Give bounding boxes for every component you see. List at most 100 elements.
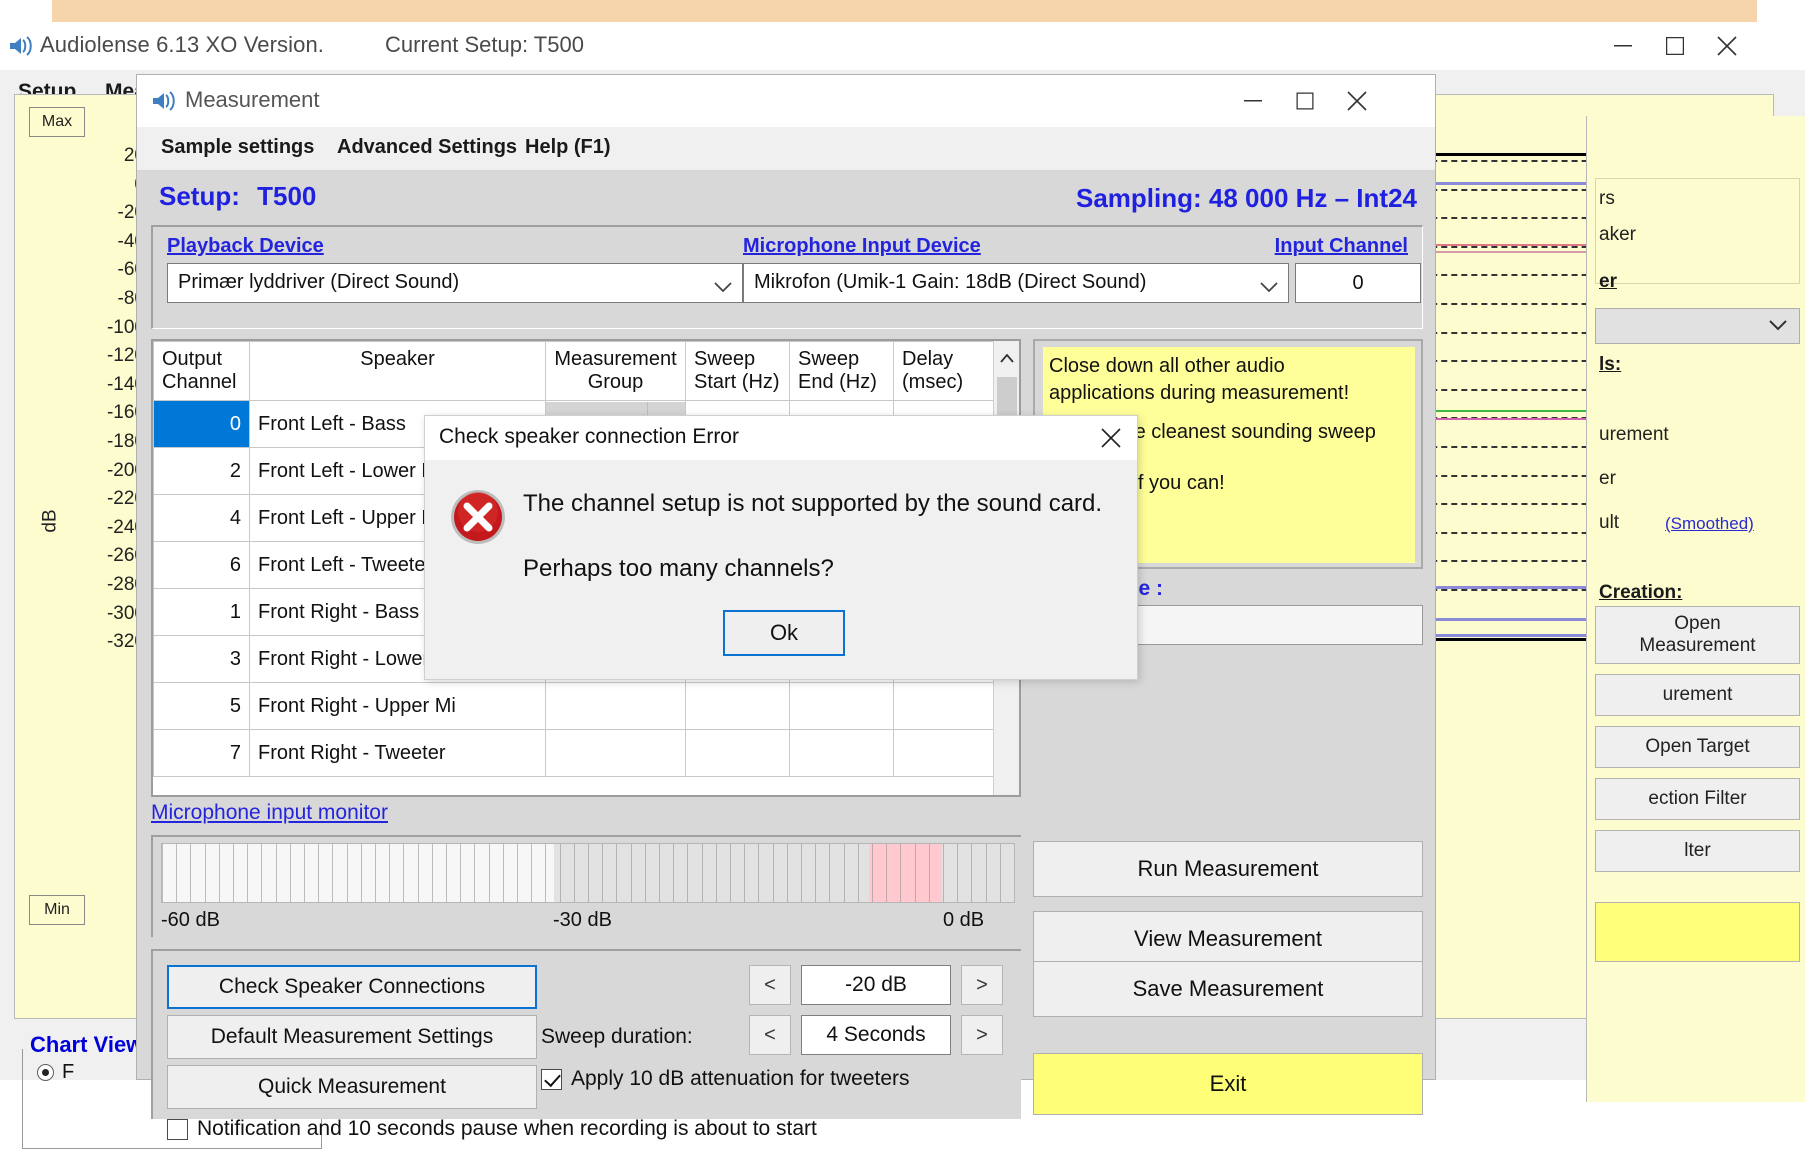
cell-measurement-group[interactable] (546, 683, 686, 730)
playback-device-label[interactable]: Playback Device (167, 235, 324, 258)
mic-level-meter-frame: -60 dB -30 dB 0 dB (151, 835, 1021, 937)
setup-value: T500 (257, 181, 316, 211)
app-title: Audiolense 6.13 XO Version. (40, 32, 324, 58)
right-link-filter[interactable]: er (1599, 271, 1617, 293)
right-filter-button[interactable]: lter (1595, 830, 1800, 872)
meter-label-mid: -30 dB (553, 909, 612, 932)
y-tick-label: -280 (45, 574, 145, 596)
cell-sweep-end[interactable] (790, 683, 894, 730)
sweep-decrease-button[interactable]: < (749, 1015, 791, 1055)
meter-tick (560, 844, 561, 902)
chart-view-radio-row[interactable]: F (37, 1061, 74, 1084)
right-fragment-measurement[interactable]: urement (1599, 424, 1669, 446)
main-minimize-button[interactable] (1597, 22, 1649, 70)
cell-output-channel[interactable]: 2 (154, 448, 250, 495)
table-row[interactable]: 7Front Right - Tweeter (154, 730, 998, 777)
scroll-up-icon[interactable] (994, 341, 1019, 375)
meter-tick (474, 844, 475, 902)
y-tick-label: -220 (45, 488, 145, 510)
quick-measurement-button[interactable]: Quick Measurement (167, 1065, 537, 1109)
cell-speaker[interactable]: Front Right - Tweeter (250, 730, 546, 777)
right-open-measurement-button[interactable]: Open Measurement (1595, 606, 1800, 664)
meter-tick (986, 844, 987, 902)
error-dialog-close-button[interactable] (1085, 416, 1137, 460)
error-ok-button[interactable]: Ok (723, 610, 845, 656)
save-measurement-button[interactable]: Save Measurement (1033, 961, 1423, 1017)
mic-device-select[interactable]: Mikrofon (Umik-1 Gain: 18dB (Direct Soun… (743, 263, 1289, 303)
meter-tick (503, 844, 504, 902)
cell-output-channel[interactable]: 3 (154, 636, 250, 683)
strip-right-white (1757, 0, 1805, 22)
main-close-button[interactable] (1701, 22, 1753, 70)
th-delay: Delay (msec) (894, 342, 998, 401)
cell-output-channel[interactable]: 6 (154, 542, 250, 589)
run-measurement-button[interactable]: Run Measurement (1033, 841, 1423, 897)
table-row[interactable]: 5Front Right - Upper Mi (154, 683, 998, 730)
cell-measurement-group[interactable] (546, 730, 686, 777)
right-open-target-button[interactable]: Open Target (1595, 726, 1800, 768)
cell-sweep-end[interactable] (790, 730, 894, 777)
y-tick-label: -80 (45, 288, 145, 310)
cell-output-channel[interactable]: 1 (154, 589, 250, 636)
input-channel-label[interactable]: Input Channel (1275, 235, 1408, 258)
menu-sample-settings[interactable]: Sample settings (161, 136, 314, 159)
cell-sweep-start[interactable] (686, 683, 790, 730)
level-value[interactable]: -20 dB (801, 965, 951, 1005)
cell-speaker[interactable]: Front Right - Upper Mi (250, 683, 546, 730)
attenuation-checkbox[interactable] (541, 1069, 562, 1090)
mic-device-label[interactable]: Microphone Input Device (743, 235, 981, 258)
measurement-logo-icon (151, 89, 177, 113)
notification-checkbox[interactable] (167, 1119, 188, 1140)
right-link-tools[interactable]: ls: (1599, 354, 1621, 376)
y-tick-label: 20 (45, 145, 145, 167)
level-increase-button[interactable]: > (961, 965, 1003, 1005)
radio-selected-icon[interactable] (37, 1064, 54, 1081)
right-fragment-filter[interactable]: er (1599, 468, 1616, 490)
notification-checkbox-row[interactable]: Notification and 10 seconds pause when r… (167, 1117, 817, 1141)
cell-delay[interactable] (894, 730, 998, 777)
measurement-minimize-button[interactable] (1227, 75, 1279, 127)
meter-tick (574, 844, 575, 902)
default-measurement-settings-button[interactable]: Default Measurement Settings (167, 1015, 537, 1059)
cell-output-channel[interactable]: 5 (154, 683, 250, 730)
meter-tick (957, 844, 958, 902)
playback-device-select[interactable]: Primær lyddriver (Direct Sound) (167, 263, 743, 303)
meter-tick (446, 844, 447, 902)
main-maximize-button[interactable] (1649, 22, 1701, 70)
right-save-measurement-button[interactable]: urement (1595, 674, 1800, 716)
right-dropdown[interactable] (1595, 308, 1800, 344)
mic-input-monitor-link[interactable]: Microphone input monitor (151, 801, 388, 825)
sweep-duration-value[interactable]: 4 Seconds (801, 1015, 951, 1055)
error-dialog-title-bar: Check speaker connection Error (425, 416, 1137, 460)
meter-tick (872, 844, 873, 902)
measurement-menu-bar: Sample settings Advanced Settings Help (… (137, 127, 1435, 171)
meter-tick (673, 844, 674, 902)
right-fragment-result[interactable]: ult (1599, 512, 1619, 534)
cell-output-channel[interactable]: 0 (154, 401, 250, 448)
attenuation-checkbox-row[interactable]: Apply 10 dB attenuation for tweeters (541, 1067, 910, 1091)
input-channel-field[interactable]: 0 (1295, 263, 1421, 303)
right-smoothed-link[interactable]: (Smoothed) (1665, 514, 1754, 534)
check-speaker-connections-button[interactable]: Check Speaker Connections (167, 965, 537, 1009)
measurement-maximize-button[interactable] (1279, 75, 1331, 127)
sweep-increase-button[interactable]: > (961, 1015, 1003, 1055)
cell-output-channel[interactable]: 7 (154, 730, 250, 777)
cell-output-channel[interactable]: 4 (154, 495, 250, 542)
right-highlight-button[interactable] (1595, 902, 1800, 962)
cell-sweep-start[interactable] (686, 730, 790, 777)
meter-tick (460, 844, 461, 902)
cell-delay[interactable] (894, 683, 998, 730)
error-dialog-title: Check speaker connection Error (439, 425, 739, 449)
chart-max-button[interactable]: Max (29, 107, 85, 137)
exit-button[interactable]: Exit (1033, 1053, 1423, 1115)
measurement-close-button[interactable] (1331, 75, 1383, 127)
chart-min-button[interactable]: Min (29, 895, 85, 925)
right-fragment-speaker: aker (1599, 224, 1636, 246)
menu-help[interactable]: Help (F1) (525, 136, 611, 159)
meter-tick (190, 844, 191, 902)
level-decrease-button[interactable]: < (749, 965, 791, 1005)
meter-tick (418, 844, 419, 902)
view-measurement-button[interactable]: View Measurement (1033, 911, 1423, 967)
right-correction-filter-button[interactable]: ection Filter (1595, 778, 1800, 820)
menu-advanced-settings[interactable]: Advanced Settings (337, 136, 517, 159)
